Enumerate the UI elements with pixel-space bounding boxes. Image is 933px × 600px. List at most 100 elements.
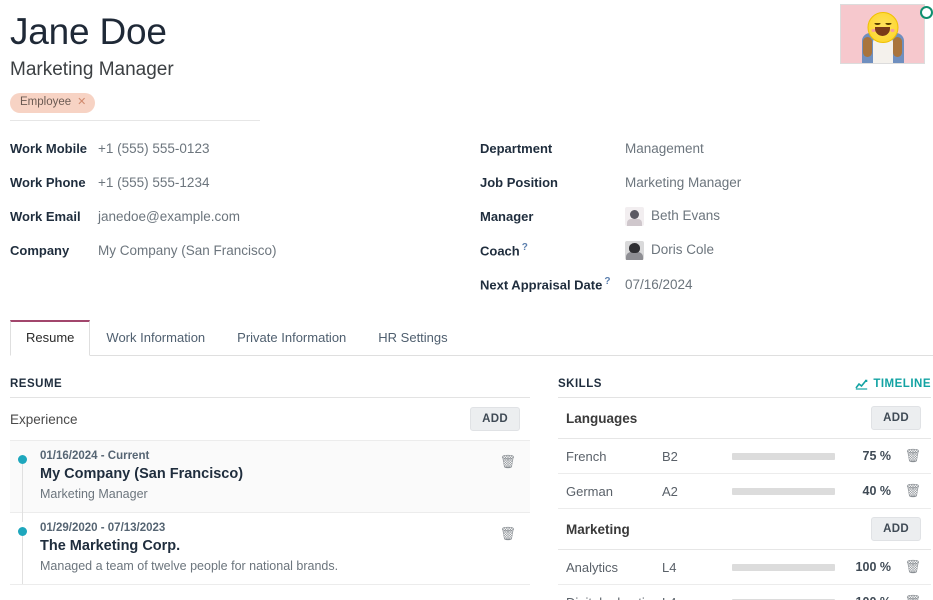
smiley-cheek-right [890, 29, 894, 32]
skill-level: B2 [662, 449, 732, 464]
help-icon[interactable]: ? [604, 276, 610, 287]
field-department: Department Management [480, 131, 923, 165]
smiley-eye-left [874, 22, 880, 25]
resume-entry[interactable]: 01/16/2024 - Current My Company (San Fra… [10, 441, 530, 513]
field-value[interactable]: Management [625, 141, 704, 156]
employee-fields: Work Mobile +1 (555) 555-0123 Work Phone… [0, 131, 933, 301]
field-job-position: Job Position Marketing Manager [480, 165, 923, 199]
field-company: Company My Company (San Francisco) [10, 233, 480, 267]
tab-private-information[interactable]: Private Information [221, 320, 362, 356]
manager-name: Beth Evans [651, 208, 720, 223]
skill-name: French [566, 449, 662, 464]
avatar-hair-right [893, 37, 902, 57]
field-label-text: Coach [480, 243, 520, 258]
skill-level: L4 [662, 595, 732, 600]
field-label: Job Position [480, 175, 625, 190]
skill-row[interactable]: French B2 75 % 🗑 [558, 439, 931, 474]
skills-panel: SKILLS TIMELINE Languages ADD French B2 [558, 378, 931, 600]
field-manager: Manager Beth Evans [480, 199, 923, 233]
skill-percent: 100 % [847, 560, 891, 574]
resume-section-title: RESUME [10, 378, 62, 390]
resume-group-label: Experience [10, 412, 78, 427]
avatar-manager [625, 207, 644, 226]
online-status-icon [920, 6, 933, 19]
add-marketing-skill-button[interactable]: ADD [871, 517, 921, 541]
field-label: Department [480, 141, 625, 156]
trash-icon[interactable]: 🗑 [891, 559, 921, 575]
trash-icon[interactable]: 🗑 [499, 527, 516, 540]
employee-form-page: Jane Doe Marketing Manager Employee ✕ [0, 0, 933, 600]
help-icon[interactable]: ? [522, 242, 528, 253]
trash-icon[interactable]: 🗑 [499, 455, 516, 468]
field-next-appraisal-date: Next Appraisal Date? 07/16/2024 [480, 267, 923, 301]
tab-hr-settings[interactable]: HR Settings [362, 320, 463, 356]
line-chart-icon [855, 379, 868, 390]
timeline-connector [22, 536, 23, 584]
resume-panel: RESUME Experience ADD 01/16/2024 - Curre… [10, 378, 530, 600]
field-label: Work Phone [10, 175, 98, 190]
tag-employee[interactable]: Employee ✕ [10, 93, 95, 113]
page-title: Jane Doe [10, 6, 917, 54]
skill-percent: 40 % [847, 484, 891, 498]
skill-level: L4 [662, 560, 732, 575]
skill-level: A2 [662, 484, 732, 499]
field-value[interactable]: 07/16/2024 [625, 277, 693, 292]
contact-fields-column: Work Mobile +1 (555) 555-0123 Work Phone… [10, 131, 480, 301]
field-label: Work Email [10, 209, 98, 224]
resume-group-experience: Experience ADD [10, 398, 530, 441]
skills-section-title: SKILLS [558, 378, 602, 390]
field-label-text: Next Appraisal Date [480, 277, 602, 292]
skills-group-languages: Languages ADD [558, 398, 931, 439]
add-language-skill-button[interactable]: ADD [871, 406, 921, 430]
skills-timeline-link[interactable]: TIMELINE [855, 378, 931, 390]
coach-name: Doris Cole [651, 242, 714, 257]
field-value-with-avatar[interactable]: Beth Evans [625, 207, 720, 226]
tab-work-information[interactable]: Work Information [90, 320, 221, 356]
field-value[interactable]: janedoe@example.com [98, 209, 240, 224]
field-work-email: Work Email janedoe@example.com [10, 199, 480, 233]
avatar-container[interactable] [840, 4, 925, 64]
skill-row[interactable]: Digital advertisi... L4 100 % 🗑 [558, 585, 931, 600]
skill-row[interactable]: Analytics L4 100 % 🗑 [558, 550, 931, 585]
field-label: Company [10, 243, 98, 258]
avatar-coach [625, 241, 644, 260]
field-value[interactable]: +1 (555) 555-0123 [98, 141, 209, 156]
tab-bar: Resume Work Information Private Informat… [10, 319, 933, 356]
skill-name: German [566, 484, 662, 499]
employee-job-title: Marketing Manager [10, 57, 917, 83]
tag-employee-label: Employee [20, 95, 71, 110]
field-value[interactable]: My Company (San Francisco) [98, 243, 277, 258]
field-value-with-avatar[interactable]: Doris Cole [625, 241, 714, 260]
skills-group-label: Languages [566, 411, 637, 426]
skill-progress-track [732, 488, 835, 495]
resume-entry-title: The Marketing Corp. [40, 538, 520, 554]
field-coach: Coach? Doris Cole [480, 233, 923, 267]
field-value[interactable]: +1 (555) 555-1234 [98, 175, 209, 190]
skill-percent: 100 % [847, 595, 891, 600]
trash-icon[interactable]: 🗑 [891, 448, 921, 464]
resume-entry-date: 01/16/2024 - Current [40, 450, 520, 462]
close-icon[interactable]: ✕ [77, 95, 86, 110]
smiley-face-icon [867, 12, 898, 43]
field-label: Work Mobile [10, 141, 98, 156]
skills-section-header: SKILLS TIMELINE [558, 378, 931, 398]
resume-entry[interactable]: 01/29/2020 - 07/13/2023 The Marketing Co… [10, 513, 530, 585]
skill-row[interactable]: German A2 40 % 🗑 [558, 474, 931, 509]
avatar-hair-left [863, 37, 872, 57]
skill-progress-track [732, 564, 835, 571]
skills-group-marketing: Marketing ADD [558, 509, 931, 550]
trash-icon[interactable]: 🗑 [891, 594, 921, 600]
skills-group-label: Marketing [566, 522, 630, 537]
trash-icon[interactable]: 🗑 [891, 483, 921, 499]
avatar[interactable] [840, 4, 925, 64]
field-label: Coach? [480, 242, 625, 258]
field-value[interactable]: Marketing Manager [625, 175, 741, 190]
tab-resume[interactable]: Resume [10, 320, 90, 356]
field-label: Manager [480, 209, 625, 224]
resume-entry-description: Marketing Manager [40, 487, 520, 501]
employee-header: Jane Doe Marketing Manager Employee ✕ [0, 0, 933, 121]
add-resume-line-button[interactable]: ADD [470, 407, 520, 431]
smiley-eye-right [885, 22, 891, 25]
smiley-mouth [875, 27, 890, 36]
job-fields-column: Department Management Job Position Marke… [480, 131, 923, 301]
